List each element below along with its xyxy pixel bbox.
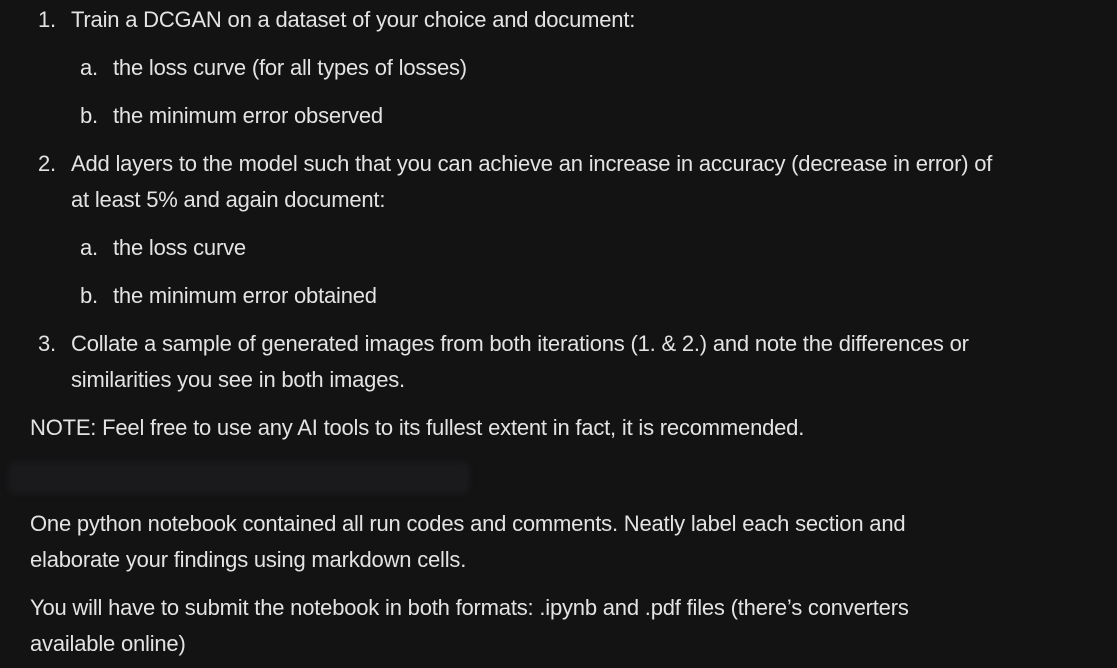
list-item-2-text-line1: Add layers to the model such that you ca…	[71, 151, 993, 176]
list-marker-1: 1.	[38, 7, 56, 32]
subitem-1a-text: the loss curve (for all types of losses)	[113, 55, 467, 80]
redacted-line	[8, 462, 470, 494]
subitem-1b-marker: b.	[80, 103, 98, 128]
paragraph-1-line2: elaborate your findings using markdown c…	[30, 547, 467, 572]
subitem-2a-marker: a.	[80, 235, 98, 260]
subitem-2a-text: the loss curve	[113, 235, 246, 260]
list-item-3-text-line2: similarities you see in both images.	[71, 367, 405, 392]
paragraph-2-line2: available online)	[30, 631, 186, 656]
note-text: NOTE: Feel free to use any AI tools to i…	[30, 415, 805, 440]
list-marker-3: 3.	[38, 331, 56, 356]
paragraph-1-line1: One python notebook contained all run co…	[30, 511, 906, 536]
paragraph-2-line1: You will have to submit the notebook in …	[30, 595, 909, 620]
list-item-2-text-line2: at least 5% and again document:	[71, 187, 386, 212]
list-item-3-text-line1: Collate a sample of generated images fro…	[71, 331, 969, 356]
subitem-1b-text: the minimum error observed	[113, 103, 383, 128]
list-item-1-text: Train a DCGAN on a dataset of your choic…	[71, 7, 636, 32]
subitem-2b-text: the minimum error obtained	[113, 283, 377, 308]
subitem-2b-marker: b.	[80, 283, 98, 308]
list-marker-2: 2.	[38, 151, 56, 176]
subitem-1a-marker: a.	[80, 55, 98, 80]
